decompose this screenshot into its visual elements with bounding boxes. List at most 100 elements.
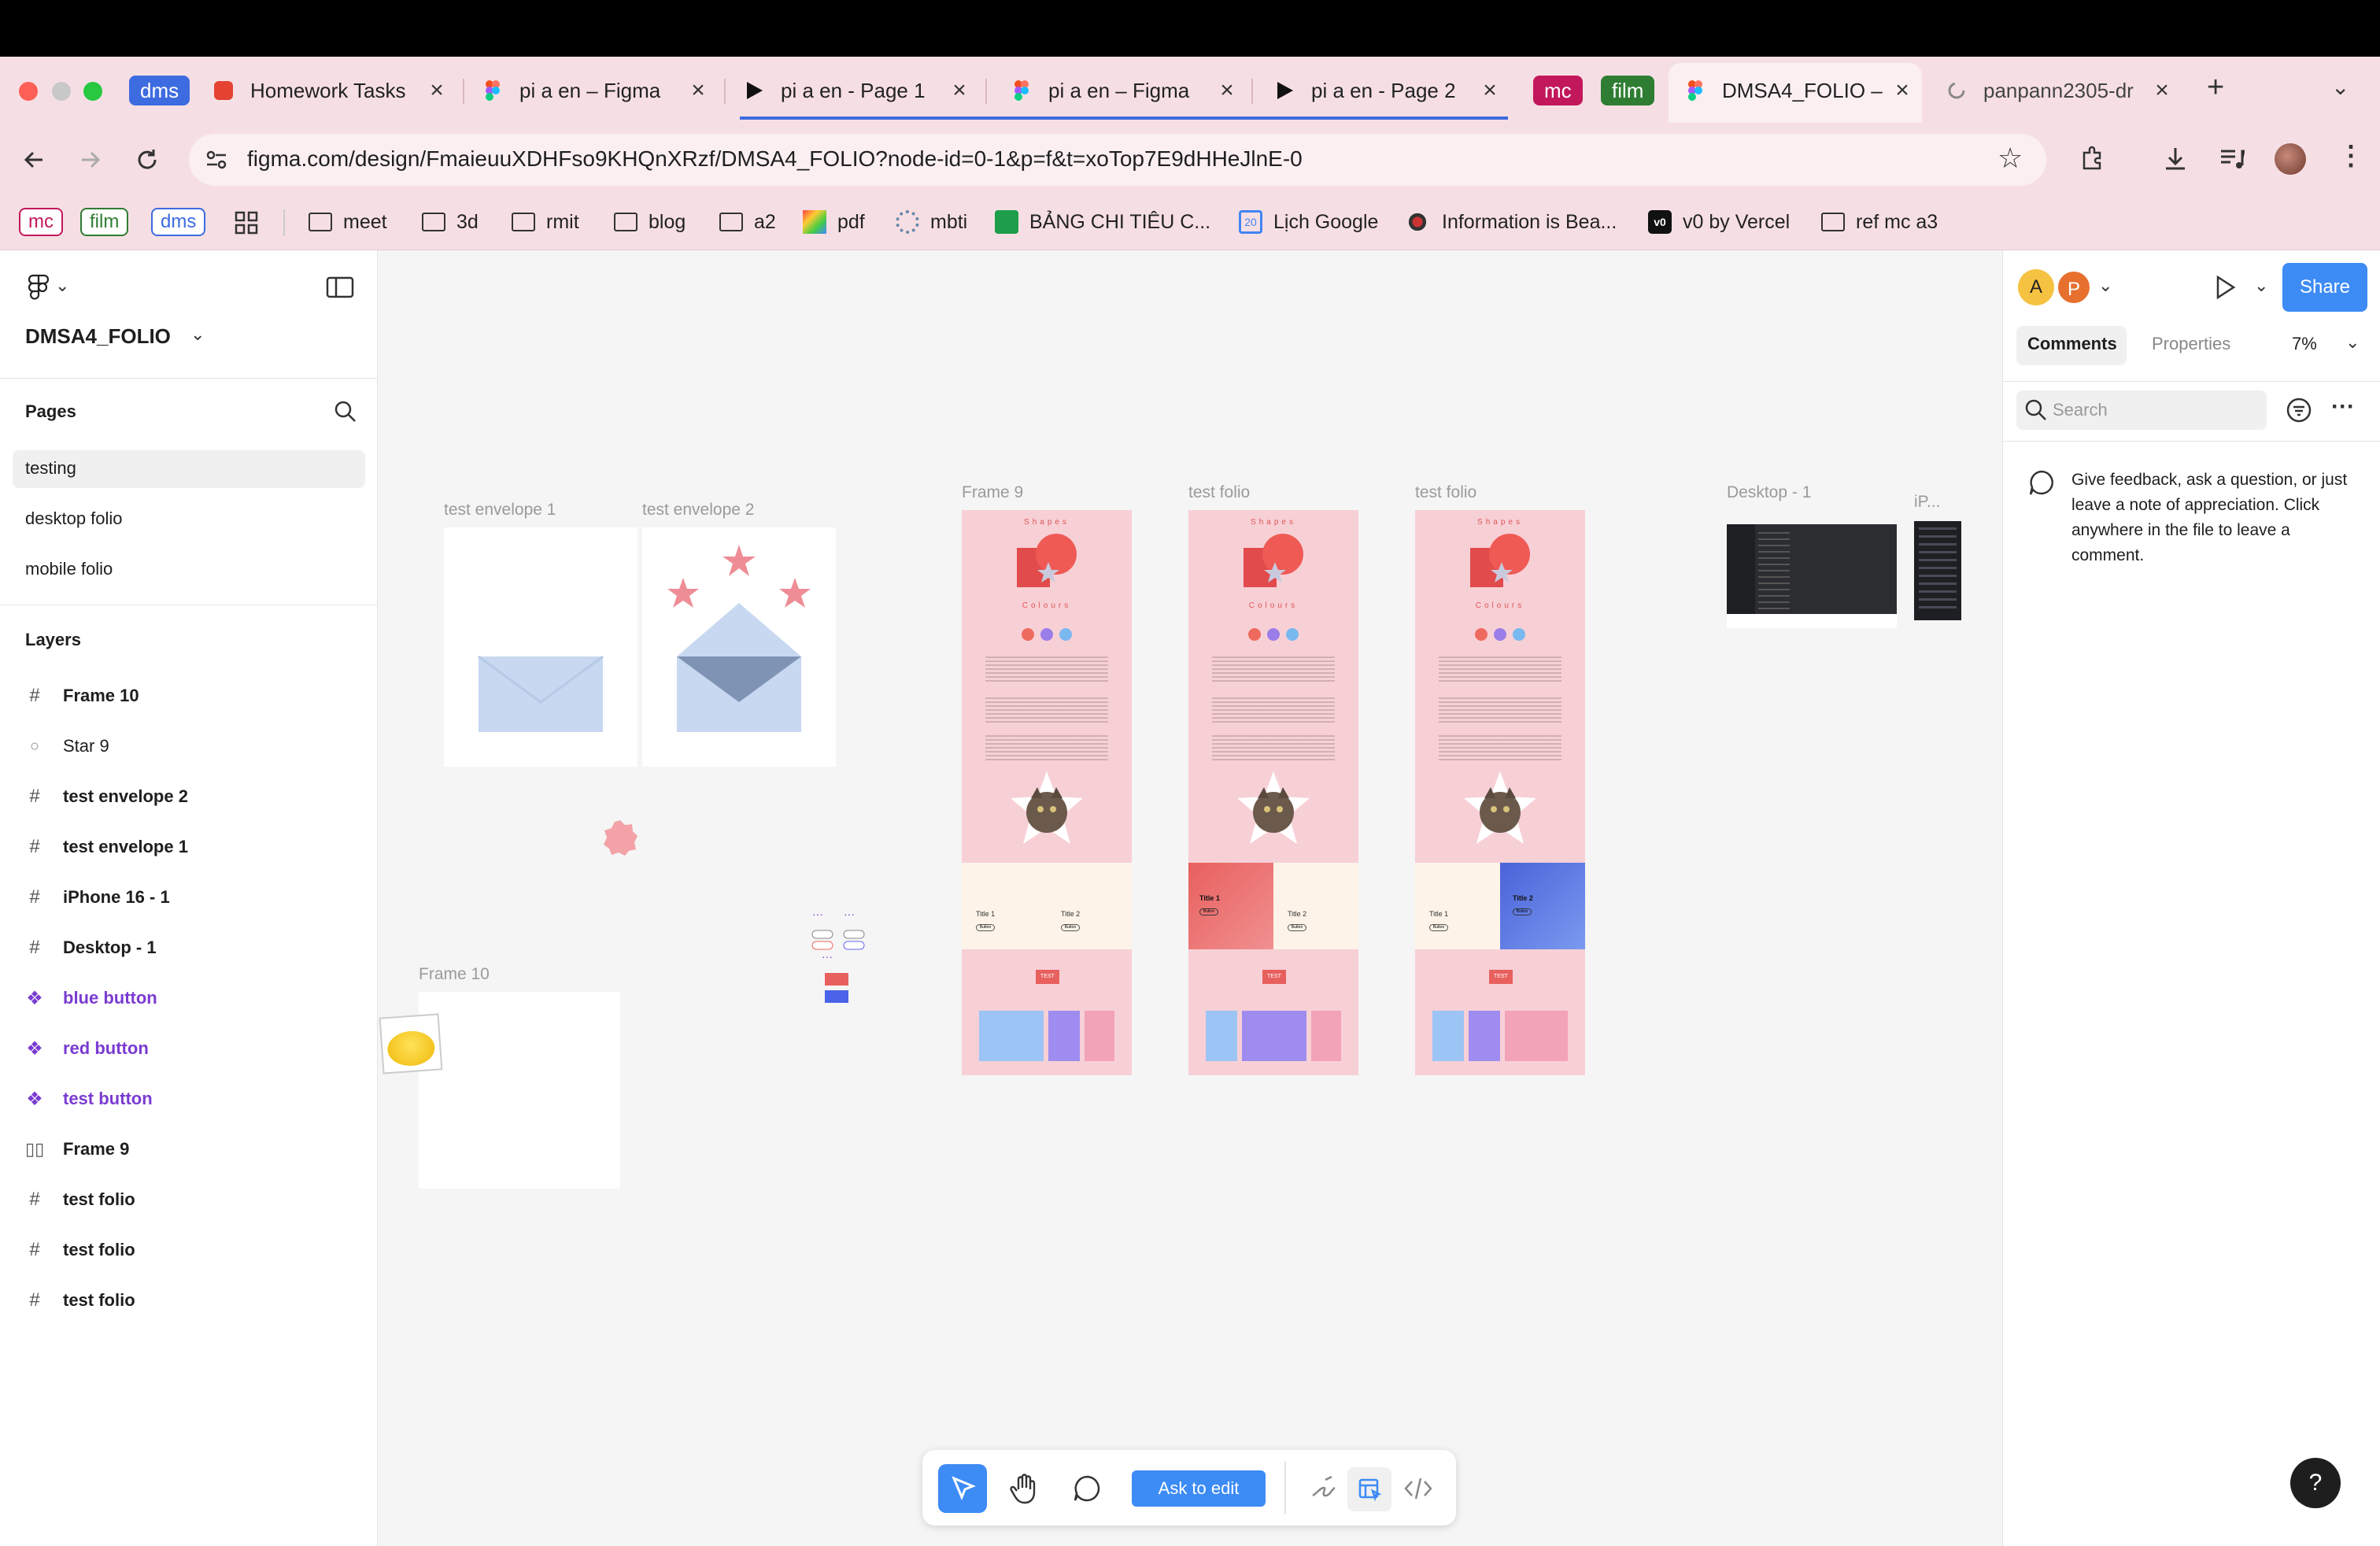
layer-blue-button[interactable]: ❖ blue button — [25, 982, 157, 1014]
toggle-sidebar-icon[interactable] — [326, 276, 354, 299]
extensions-icon[interactable] — [2078, 145, 2106, 173]
frame-label-iphone[interactable]: iP... — [1914, 493, 1940, 512]
card-button[interactable]: Button — [976, 924, 995, 931]
frame-label-test-envelope-2[interactable]: test envelope 2 — [642, 501, 754, 520]
bookmark-ref-mc-a3[interactable]: ref mc a3 — [1821, 206, 1938, 238]
layer-frame-10[interactable]: # Frame 10 — [25, 680, 139, 712]
layer-test-envelope-1[interactable]: # test envelope 1 — [25, 831, 188, 863]
help-button[interactable]: ? — [2290, 1458, 2341, 1508]
bookmark-blog[interactable]: blog — [614, 206, 686, 238]
card-button[interactable]: Button — [1061, 924, 1080, 931]
layer-test-folio[interactable]: # test folio — [25, 1285, 135, 1316]
close-tab-icon[interactable]: × — [2150, 77, 2174, 104]
reload-icon[interactable] — [134, 146, 161, 173]
layer-test-envelope-2[interactable]: # test envelope 2 — [25, 781, 188, 812]
page-item-testing[interactable]: testing — [25, 458, 76, 479]
layer-desktop-1[interactable]: # Desktop - 1 — [25, 932, 156, 963]
forward-arrow-icon[interactable] — [77, 146, 104, 173]
frame-9-folio[interactable]: Shapes Colours Title 1 Title 2 Button Bu… — [962, 510, 1132, 1075]
bookmark-information-is-beautiful[interactable]: Information is Bea... — [1407, 206, 1617, 238]
bookmark-group-film[interactable]: film — [80, 208, 129, 236]
layer-frame-9[interactable]: ▯▯ Frame 9 — [25, 1134, 129, 1165]
close-window-button[interactable] — [19, 82, 38, 101]
more-options-icon[interactable]: ··· — [2331, 394, 2355, 420]
test-button[interactable]: TEST — [1036, 970, 1059, 984]
layer-test-folio[interactable]: # test folio — [25, 1234, 135, 1266]
move-tool-button[interactable] — [938, 1464, 987, 1513]
layer-test-folio[interactable]: # test folio — [25, 1184, 135, 1215]
tab-homework-tasks[interactable]: Homework Tasks × — [213, 68, 449, 113]
frame-label-test-folio[interactable]: test folio — [1415, 483, 1476, 502]
filter-icon[interactable] — [2286, 397, 2312, 423]
image-thumbnail[interactable] — [379, 1013, 443, 1074]
tab-page-2[interactable]: pi a en - Page 2 × — [1273, 68, 1502, 113]
bookmark-group-dms[interactable]: dms — [151, 208, 206, 236]
tab-figma-2[interactable]: pi a en – Figma × — [1011, 68, 1239, 113]
test-folio-frame[interactable]: Shapes Colours Title 1 Title 2 Button Bu… — [1415, 510, 1585, 1075]
tab-panpann[interactable]: panpann2305-dr × — [1946, 68, 2174, 113]
tab-search-chevron-icon[interactable]: ⌄ — [2331, 74, 2349, 100]
present-play-icon[interactable] — [2212, 274, 2238, 301]
bookmark-pdf[interactable]: pdf — [803, 206, 865, 238]
frame-label-frame-10[interactable]: Frame 10 — [419, 965, 490, 984]
frame-desktop-1[interactable] — [1727, 524, 1897, 628]
figma-menu-chevron-icon[interactable]: ⌄ — [55, 276, 69, 296]
layer-test-button[interactable]: ❖ test button — [25, 1083, 152, 1115]
browser-menu-icon[interactable]: ⋮ — [2338, 140, 2364, 172]
button-components-group[interactable]: ··· ··· ··· — [811, 908, 877, 1008]
tab-group-dms[interactable]: dms — [129, 76, 190, 105]
share-button[interactable]: Share — [2282, 263, 2367, 312]
bookmark-a2[interactable]: a2 — [719, 206, 776, 238]
star-9-shape[interactable] — [601, 819, 639, 856]
frame-test-envelope-2[interactable] — [642, 527, 836, 767]
draw-mode-icon[interactable] — [1310, 1475, 1338, 1502]
layer-iphone-16-1[interactable]: # iPhone 16 - 1 — [25, 882, 169, 913]
ask-to-edit-button[interactable]: Ask to edit — [1132, 1470, 1266, 1507]
frame-10[interactable] — [419, 992, 620, 1189]
url-text[interactable]: figma.com/design/FmaieuuXDHFso9KHQnXRzf/… — [247, 146, 1303, 172]
minimize-window-button[interactable] — [52, 82, 71, 101]
download-icon[interactable] — [2161, 145, 2190, 173]
design-mode-button[interactable] — [1347, 1467, 1391, 1511]
bookmark-star-icon[interactable]: ☆ — [1998, 142, 2023, 175]
frame-label-test-envelope-1[interactable]: test envelope 1 — [444, 501, 556, 520]
layer-red-button[interactable]: ❖ red button — [25, 1033, 149, 1064]
layer-star-9[interactable]: ○ Star 9 — [25, 730, 109, 762]
bookmark-group-mc[interactable]: mc — [19, 208, 63, 236]
frame-label-desktop-1[interactable]: Desktop - 1 — [1727, 483, 1811, 502]
test-folio-frame[interactable]: Shapes Colours Title 1 Title 2 Button Bu… — [1188, 510, 1358, 1075]
hand-tool-icon[interactable] — [1009, 1472, 1040, 1505]
frame-label-test-folio[interactable]: test folio — [1188, 483, 1250, 502]
tab-properties[interactable]: Properties — [2152, 334, 2230, 354]
zoom-chevron-icon[interactable]: ⌄ — [2345, 332, 2360, 353]
bookmark-bang-chi-tieu[interactable]: BẢNG CHI TIÊU C... — [995, 206, 1210, 238]
card-button[interactable]: Button — [1429, 924, 1448, 931]
file-name-chevron-icon[interactable]: ⌄ — [190, 324, 205, 345]
present-chevron-icon[interactable]: ⌄ — [2254, 276, 2268, 296]
close-tab-icon[interactable]: × — [1890, 77, 1914, 104]
bookmark-mbti[interactable]: mbti — [896, 206, 967, 238]
close-tab-icon[interactable]: × — [1215, 77, 1239, 104]
figma-menu-icon[interactable] — [27, 274, 50, 301]
test-button[interactable]: TEST — [1262, 970, 1286, 984]
new-tab-button[interactable]: + — [2207, 71, 2224, 105]
search-icon[interactable] — [334, 400, 357, 423]
tab-figma-1[interactable]: pi a en – Figma × — [482, 68, 710, 113]
site-settings-icon[interactable] — [203, 146, 230, 173]
frame-label-frame-9[interactable]: Frame 9 — [962, 483, 1023, 502]
tab-comments[interactable]: Comments — [2027, 334, 2117, 354]
frame-iphone-16-1[interactable] — [1914, 521, 1961, 620]
maximize-window-button[interactable] — [83, 82, 102, 101]
avatars-chevron-icon[interactable]: ⌄ — [2098, 276, 2112, 296]
tab-group-film[interactable]: film — [1601, 76, 1655, 105]
close-tab-icon[interactable]: × — [686, 77, 710, 104]
card-button[interactable]: Button — [1199, 908, 1218, 915]
comment-tool-icon[interactable] — [1072, 1474, 1102, 1503]
back-arrow-icon[interactable] — [20, 146, 47, 173]
profile-avatar[interactable] — [2275, 143, 2306, 175]
apps-grid-icon[interactable] — [235, 211, 258, 235]
tab-group-mc[interactable]: mc — [1533, 76, 1583, 105]
file-name[interactable]: DMSA4_FOLIO — [25, 324, 171, 349]
card-button[interactable]: Button — [1513, 908, 1532, 915]
bookmark-v0-vercel[interactable]: v0 v0 by Vercel — [1648, 206, 1790, 238]
